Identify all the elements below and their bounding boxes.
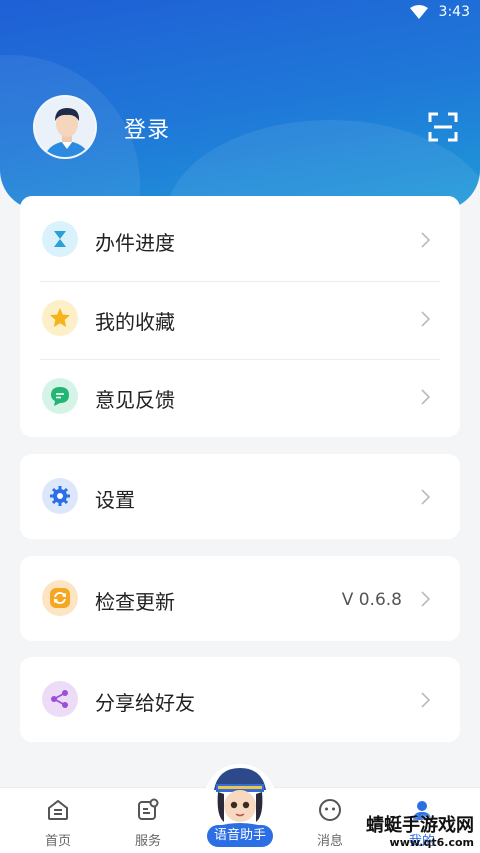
chevron-right-icon (421, 692, 430, 708)
home-icon (48, 799, 68, 820)
chevron-right-icon (421, 591, 430, 607)
tab-label: 首页 (44, 834, 71, 849)
version-text: V 0.6.8 (341, 590, 402, 610)
chevron-right-icon (421, 389, 430, 405)
chat-icon (42, 378, 78, 414)
status-bar: 3:43 (0, 0, 480, 26)
menu-card-update: 检查更新 V 0.6.8 (20, 556, 460, 641)
menu-card-primary: 办件进度 我的收藏 意见反馈 (20, 196, 460, 437)
menu-item-label: 我的收藏 (95, 310, 175, 334)
menu-card-share: 分享给好友 (20, 657, 460, 742)
voice-assistant-button[interactable]: 语音助手 (200, 764, 280, 853)
share-icon (42, 681, 78, 717)
tab-service[interactable]: 服务 (108, 788, 188, 853)
chevron-right-icon (421, 311, 430, 327)
chevron-right-icon (421, 232, 430, 248)
hourglass-icon (42, 221, 78, 257)
chevron-right-icon (421, 489, 430, 505)
login-link[interactable]: 登录 (124, 112, 170, 144)
menu-item-share[interactable]: 分享给好友 (20, 660, 460, 738)
menu-item-progress[interactable]: 办件进度 (20, 200, 460, 278)
refresh-icon (42, 580, 78, 616)
menu-item-label: 设置 (95, 488, 135, 512)
message-icon (319, 799, 341, 821)
star-icon (42, 300, 78, 336)
menu-item-settings[interactable]: 设置 (20, 457, 460, 535)
gear-icon (42, 478, 78, 514)
tab-label: 服务 (134, 834, 161, 849)
menu-item-check-update[interactable]: 检查更新 V 0.6.8 (20, 559, 460, 637)
service-icon (138, 798, 159, 820)
watermark-url: www.qt6.com (389, 836, 474, 849)
watermark: 蜻蜓手游戏网 www.qt6.com (340, 816, 480, 853)
menu-item-feedback[interactable]: 意见反馈 (20, 357, 460, 435)
watermark-title: 蜻蜓手游戏网 (366, 815, 474, 836)
scan-icon[interactable] (428, 112, 458, 142)
wifi-icon (410, 5, 428, 19)
menu-item-label: 办件进度 (95, 231, 175, 255)
menu-item-favorites[interactable]: 我的收藏 (20, 279, 460, 357)
voice-assistant-label: 语音助手 (207, 825, 273, 847)
avatar[interactable] (33, 95, 97, 159)
status-time: 3:43 (438, 4, 470, 20)
menu-item-label: 意见反馈 (95, 388, 175, 412)
menu-card-settings: 设置 (20, 454, 460, 539)
tab-home[interactable]: 首页 (18, 788, 98, 853)
menu-item-label: 分享给好友 (95, 691, 195, 715)
menu-item-label: 检查更新 (95, 590, 175, 614)
